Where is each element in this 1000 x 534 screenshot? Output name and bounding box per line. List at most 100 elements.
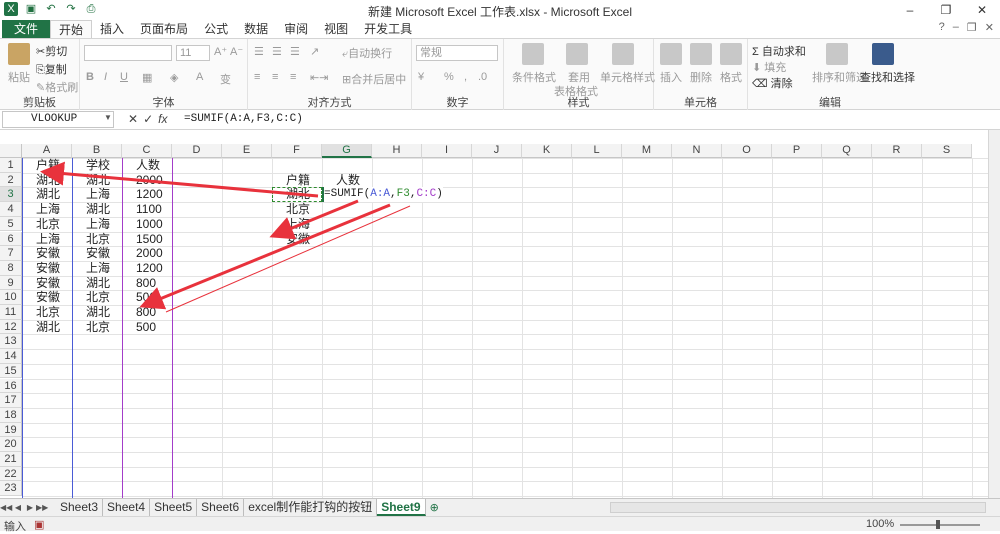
row-header[interactable]: 21 xyxy=(0,452,22,467)
row-header[interactable]: 10 xyxy=(0,290,22,305)
zoom-level[interactable]: 100% xyxy=(866,518,894,530)
zoom-slider-knob[interactable] xyxy=(936,520,940,529)
last-sheet-icon[interactable]: ▶▶ xyxy=(36,503,48,512)
table-cell[interactable]: 1200 xyxy=(136,261,163,276)
table-cell[interactable]: 500 xyxy=(136,320,156,335)
table-cell[interactable]: 北京 xyxy=(86,232,110,247)
row-header[interactable]: 2 xyxy=(0,172,22,188)
table-cell[interactable]: 湖北 xyxy=(36,187,60,202)
zoom-slider[interactable] xyxy=(900,524,980,526)
align-bottom-icon[interactable]: ☰ xyxy=(290,45,300,58)
tab-formulas[interactable]: 公式 xyxy=(196,20,236,38)
summary-item-cell[interactable]: 安徽 xyxy=(286,232,310,247)
row-header[interactable]: 13 xyxy=(0,334,22,350)
column-header[interactable]: S xyxy=(922,144,972,158)
column-header[interactable]: H xyxy=(372,144,422,158)
font-color-icon[interactable]: A xyxy=(196,71,203,83)
help-icon[interactable]: ? xyxy=(939,21,945,34)
row-header[interactable]: 5 xyxy=(0,216,22,232)
align-middle-icon[interactable]: ☰ xyxy=(272,45,282,58)
sheet-tab[interactable]: Sheet5 xyxy=(150,499,198,516)
name-box[interactable]: VLOOKUP xyxy=(2,111,114,128)
summary-item-cell[interactable]: 北京 xyxy=(286,202,310,217)
row-header[interactable]: 4 xyxy=(0,202,22,217)
insert-cells-button[interactable]: 插入 xyxy=(660,69,682,85)
align-right-icon[interactable]: ≡ xyxy=(290,71,296,83)
table-cell[interactable]: 安徽 xyxy=(36,246,60,261)
column-header[interactable]: D xyxy=(172,144,222,158)
prev-sheet-icon[interactable]: ◀ xyxy=(12,503,24,512)
align-top-icon[interactable]: ☰ xyxy=(254,45,264,58)
row-header[interactable]: 11 xyxy=(0,305,22,320)
table-cell[interactable]: 湖北 xyxy=(86,276,110,291)
table-cell[interactable]: 2000 xyxy=(136,173,163,188)
cut-button[interactable]: ✂剪切 xyxy=(36,43,67,59)
align-center-icon[interactable]: ≡ xyxy=(272,71,278,83)
shrink-font-icon[interactable]: A⁻ xyxy=(230,45,243,58)
row-header[interactable]: 16 xyxy=(0,378,22,394)
header-cell[interactable]: 户籍 xyxy=(36,158,60,173)
table-cell[interactable]: 湖北 xyxy=(36,173,60,188)
table-cell[interactable]: 北京 xyxy=(86,290,110,305)
indent-icon[interactable]: ⇤⇥ xyxy=(310,71,328,84)
table-cell[interactable]: 800 xyxy=(136,305,156,320)
italic-button[interactable]: I xyxy=(104,71,107,83)
table-cell[interactable]: 上海 xyxy=(36,202,60,217)
table-cell[interactable]: 北京 xyxy=(36,305,60,320)
row-header[interactable]: 22 xyxy=(0,466,22,482)
row-header[interactable]: 6 xyxy=(0,231,22,247)
row-header[interactable]: 17 xyxy=(0,393,22,408)
percent-button[interactable]: % xyxy=(444,71,454,83)
table-cell[interactable]: 1000 xyxy=(136,217,163,232)
table-cell[interactable]: 安徽 xyxy=(36,290,60,305)
column-header[interactable]: B xyxy=(72,144,122,158)
wrap-text-button[interactable]: ⤶自动换行 xyxy=(342,45,392,61)
tab-home[interactable]: 开始 xyxy=(50,20,93,38)
next-sheet-icon[interactable]: ▶ xyxy=(24,503,36,512)
font-name-combo[interactable] xyxy=(84,45,172,61)
fx-icon[interactable]: fx xyxy=(158,112,167,126)
row-header[interactable]: 12 xyxy=(0,319,22,335)
column-header[interactable]: F xyxy=(272,144,322,158)
sort-filter-button[interactable]: 排序和筛选 xyxy=(812,69,867,85)
borders-icon[interactable]: ▦ xyxy=(142,71,152,84)
column-header[interactable]: Q xyxy=(822,144,872,158)
format-cells-button[interactable]: 格式 xyxy=(720,69,742,85)
tab-review[interactable]: 审阅 xyxy=(276,20,316,38)
table-cell[interactable]: 500 xyxy=(136,290,156,305)
column-header[interactable]: N xyxy=(672,144,722,158)
table-cell[interactable]: 北京 xyxy=(36,217,60,232)
enter-icon[interactable]: ✓ xyxy=(143,112,153,126)
table-cell[interactable]: 上海 xyxy=(86,187,110,202)
column-header[interactable]: K xyxy=(522,144,572,158)
tab-file[interactable]: 文件 xyxy=(2,20,51,38)
clear-button[interactable]: ⌫ 清除 xyxy=(752,75,793,91)
currency-icon[interactable]: ¥ xyxy=(418,71,424,83)
fill-color-icon[interactable]: ◈ xyxy=(170,71,178,84)
row-header[interactable]: 23 xyxy=(0,481,22,497)
phonetic-icon[interactable]: 变 xyxy=(220,71,231,87)
merge-center-button[interactable]: ⊞合并后居中 xyxy=(342,71,406,87)
column-header[interactable]: M xyxy=(622,144,672,158)
font-size-combo[interactable]: 11 xyxy=(176,45,210,61)
tab-insert[interactable]: 插入 xyxy=(92,20,132,38)
ribbon-minimize-icon[interactable]: – xyxy=(953,21,959,34)
first-sheet-icon[interactable]: ◀◀ xyxy=(0,503,12,512)
close-button[interactable]: ✕ xyxy=(964,0,1000,20)
column-header[interactable]: I xyxy=(422,144,472,158)
table-cell[interactable]: 800 xyxy=(136,276,156,291)
sheet-tab[interactable]: Sheet6 xyxy=(197,499,245,516)
column-header[interactable]: C xyxy=(122,144,172,158)
row-header[interactable]: 3 xyxy=(0,187,22,203)
decimal-icon[interactable]: .0 xyxy=(478,71,487,83)
ribbon-close-icon[interactable]: ✕ xyxy=(985,21,994,34)
column-header[interactable]: E xyxy=(222,144,272,158)
comma-button[interactable]: , xyxy=(464,71,467,83)
table-cell[interactable]: 上海 xyxy=(86,217,110,232)
autosum-button[interactable]: Σ 自动求和 xyxy=(752,43,806,59)
table-cell[interactable]: 1200 xyxy=(136,187,163,202)
row-header[interactable]: 1 xyxy=(0,158,22,173)
format-painter-button[interactable]: ✎格式刷 xyxy=(36,79,78,95)
column-header[interactable]: R xyxy=(872,144,922,158)
table-cell[interactable]: 湖北 xyxy=(86,202,110,217)
